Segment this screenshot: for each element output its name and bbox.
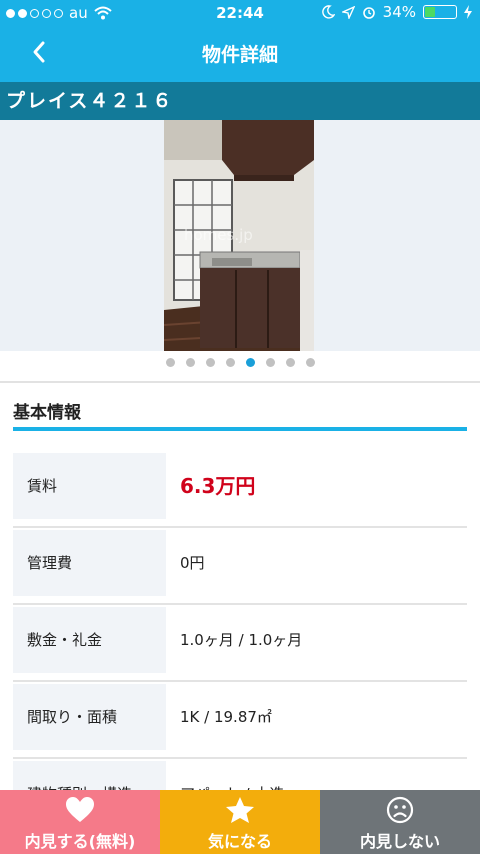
no-visit-label: 内見しない: [359, 832, 440, 851]
detail-label: 管理費: [13, 530, 166, 596]
battery-icon: [423, 5, 457, 19]
property-name: プレイス４２１６: [0, 82, 480, 120]
alarm-icon: [362, 7, 375, 19]
details-table: 賃料 6.3万円 管理費 0円 敷金・礼金 1.0ヶ月 / 1.0ヶ月 間取り・…: [13, 451, 467, 836]
pager-dot[interactable]: [285, 358, 295, 367]
detail-value: 1K / 19.87㎡: [180, 708, 272, 726]
page-title: 物件詳細: [201, 44, 278, 66]
detail-row-deposit-key-money: 敷金・礼金 1.0ヶ月 / 1.0ヶ月: [13, 605, 467, 682]
detail-row-layout-area: 間取り・面積 1K / 19.87㎡: [13, 682, 467, 759]
detail-label: 間取り・面積: [13, 684, 166, 750]
battery-percent: 34%: [382, 3, 416, 21]
detail-label: 敷金・礼金: [13, 607, 166, 673]
detail-row-management-fee: 管理費 0円: [13, 528, 467, 605]
photo-gallery[interactable]: homes.jp: [0, 120, 480, 351]
sad-face-icon: [386, 796, 414, 824]
detail-row-rent: 賃料 6.3万円: [13, 451, 467, 528]
pager-dot[interactable]: [205, 358, 215, 367]
bottom-action-bar: 内見する(無料) 気になる 内見しない: [0, 790, 480, 854]
visit-label: 内見する(無料): [24, 832, 136, 851]
pager-dot[interactable]: [185, 358, 195, 367]
detail-value: 0円: [180, 554, 205, 572]
pager-dot[interactable]: [165, 358, 175, 367]
property-photo[interactable]: homes.jp: [164, 120, 314, 351]
favorite-button[interactable]: 気になる: [160, 790, 320, 854]
app-header: au 22:44 34% 物件詳細: [0, 0, 480, 82]
star-icon: [226, 797, 254, 823]
detail-value: 1.0ヶ月 / 1.0ヶ月: [180, 631, 303, 649]
visit-button[interactable]: 内見する(無料): [0, 790, 160, 854]
moon-icon: [321, 5, 335, 19]
divider: [0, 381, 480, 383]
heart-icon: [66, 797, 94, 822]
detail-label: 賃料: [13, 453, 166, 519]
rent-value: 6.3万円: [180, 474, 256, 498]
pager-dot[interactable]: [245, 358, 255, 367]
status-bar: au 22:44 34%: [0, 0, 480, 26]
section-title: 基本情報: [13, 403, 81, 423]
favorite-label: 気になる: [207, 832, 272, 851]
photo-pager[interactable]: [0, 358, 480, 367]
section-underline: [13, 427, 467, 431]
charging-icon: [464, 5, 472, 19]
location-icon: [341, 5, 355, 19]
no-visit-button[interactable]: 内見しない: [320, 790, 480, 854]
photo-watermark: homes.jp: [184, 226, 253, 244]
pager-dot[interactable]: [265, 358, 275, 367]
pager-dot[interactable]: [225, 358, 235, 367]
pager-dot[interactable]: [305, 358, 315, 367]
